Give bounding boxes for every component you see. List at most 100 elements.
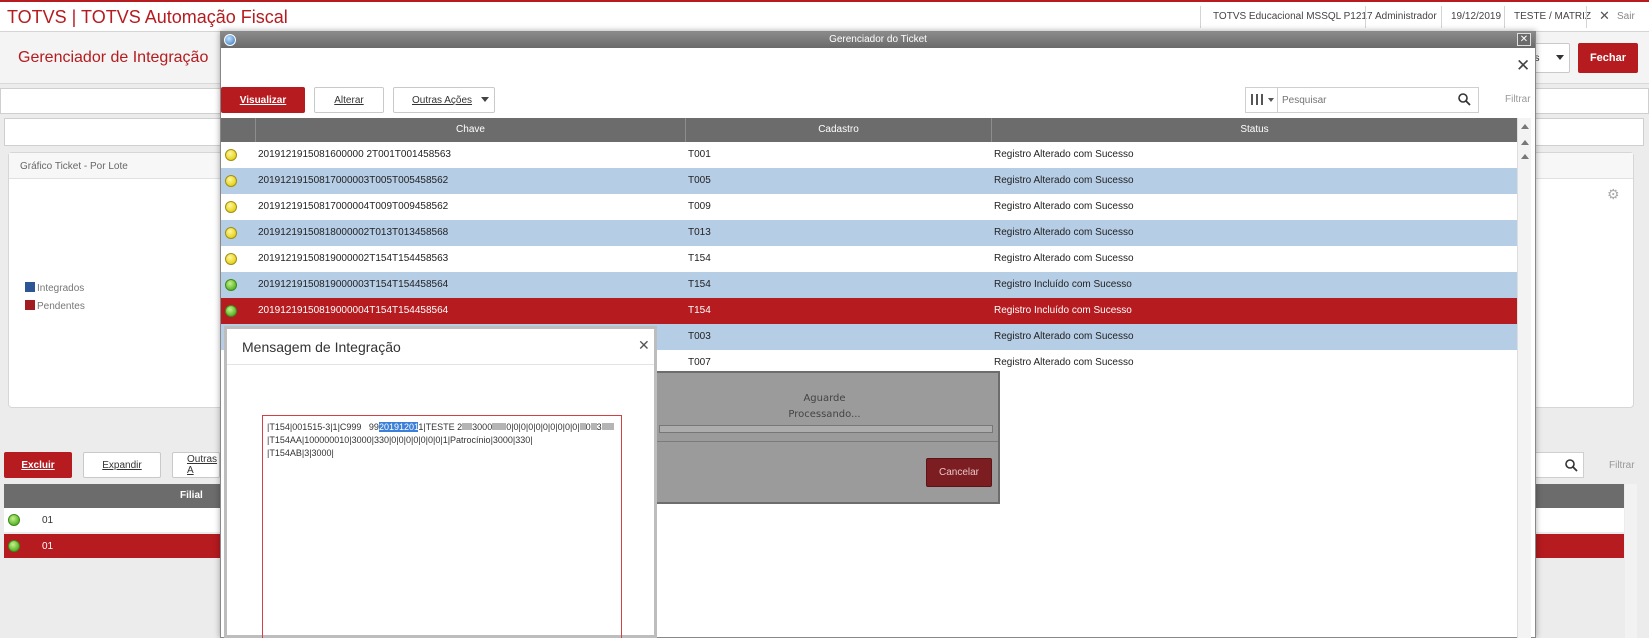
divider <box>1504 6 1505 28</box>
status-yellow-icon <box>225 227 237 239</box>
legend-label: Integrados <box>37 283 85 294</box>
table-row[interactable]: 20191219150819000003T154T154458564 T154 … <box>221 272 1517 298</box>
user-label[interactable]: Administrador <box>1375 11 1437 22</box>
status-cell: Registro Alterado com Sucesso <box>994 201 1134 212</box>
chevron-down-icon <box>1556 55 1564 60</box>
cadastro-cell: T005 <box>688 175 711 186</box>
column-header-status-light[interactable] <box>221 118 255 142</box>
visualizar-label: Visualizar <box>239 94 287 106</box>
close-icon[interactable]: ✕ <box>638 337 650 354</box>
message-text: |T154AB|3|3000| <box>267 448 334 458</box>
fechar-button[interactable]: Fechar <box>1578 43 1638 73</box>
table-row[interactable]: 20191219150818000002T013T013458568 T013 … <box>221 220 1517 246</box>
columns-toggle[interactable] <box>1246 88 1278 112</box>
redacted-block <box>462 423 473 430</box>
table-row[interactable]: 20191219150817000004T009T009458562 T009 … <box>221 194 1517 220</box>
outras-label: Outras A <box>187 454 218 476</box>
close-icon[interactable]: ✕ <box>1599 8 1610 24</box>
chart-panel-title: Gráfico Ticket - Por Lote <box>20 161 128 172</box>
table-row[interactable]: 2019121915081600000 2T001T001458563 T001… <box>221 142 1517 168</box>
column-header-chave[interactable]: Chave <box>255 118 685 142</box>
search-input[interactable] <box>1282 91 1442 109</box>
outras-acoes-label: Outras Ações <box>412 94 473 106</box>
status-cell: Registro Incluído com Sucesso <box>994 279 1132 290</box>
app-icon <box>224 34 236 46</box>
cadastro-cell: T009 <box>688 201 711 212</box>
divider <box>1441 6 1442 28</box>
outras-acoes-button[interactable]: Outras A <box>172 452 220 478</box>
scrollbar[interactable] <box>1517 118 1531 638</box>
columns-icon <box>1251 94 1263 105</box>
date-label: 19/12/2019 <box>1451 11 1502 22</box>
status-cell: Registro Alterado com Sucesso <box>994 253 1134 264</box>
dialog-window-title: Gerenciador do Ticket <box>829 34 927 45</box>
legend-integrados: Integrados <box>25 282 84 294</box>
table-row[interactable]: 20191219150817000003T005T005458562 T005 … <box>221 168 1517 194</box>
legend-swatch <box>25 300 35 310</box>
filial-cell: 01 <box>42 515 54 526</box>
column-header-filial[interactable]: Filial <box>180 490 203 501</box>
close-icon[interactable]: ✕ <box>1516 56 1530 76</box>
excluir-button[interactable]: Excluir <box>4 452 72 478</box>
scroll-top-icon[interactable] <box>1521 124 1529 129</box>
column-header-status[interactable]: Status <box>991 118 1517 142</box>
filtrar-link[interactable]: Filtrar <box>1609 460 1635 471</box>
status-cell: Registro Incluído com Sucesso <box>994 305 1132 316</box>
top-bar: TOTVS | TOTVS Automação Fiscal TOTVS Edu… <box>0 0 1649 32</box>
close-icon[interactable]: ✕ <box>1517 33 1531 46</box>
message-dialog: Mensagem de Integração ✕ |T154|001515-3|… <box>224 326 657 638</box>
column-header-cadastro[interactable]: Cadastro <box>685 118 991 142</box>
excluir-label: Excluir <box>21 459 55 471</box>
cancel-button[interactable]: Cancelar <box>926 458 992 487</box>
search-field <box>1245 87 1479 113</box>
expandir-button[interactable]: Expandir <box>83 452 161 478</box>
alterar-button[interactable]: Alterar <box>314 87 384 113</box>
gear-icon[interactable]: ⚙ <box>1607 186 1620 203</box>
alterar-label: Alterar <box>334 94 364 106</box>
selected-text: 20191201 <box>378 422 419 432</box>
scroll-up-icon[interactable] <box>1521 154 1529 159</box>
divider <box>1200 6 1201 28</box>
chave-cell: 2019121915081600000 2T001T001458563 <box>258 149 451 160</box>
app-title: TOTVS | TOTVS Automação Fiscal <box>7 7 288 27</box>
chave-cell: 20191219150819000002T154T154458563 <box>258 253 449 264</box>
status-yellow-icon <box>225 253 237 265</box>
table-row-selected[interactable]: 20191219150819000004T154T154458564 T154 … <box>221 298 1517 324</box>
wait-status: Processando... <box>788 409 861 420</box>
status-yellow-icon <box>225 175 237 187</box>
message-text: |T154AA|100000010|3000|330|0|0|0|0|0|0|0… <box>267 435 533 445</box>
cadastro-cell: T154 <box>688 253 711 264</box>
exit-link[interactable]: Sair <box>1617 11 1635 22</box>
scroll-up-icon[interactable] <box>1521 140 1529 145</box>
message-text: 3000 <box>472 422 493 432</box>
wait-title: Aguarde <box>803 393 846 404</box>
search-icon[interactable] <box>1565 459 1578 472</box>
branch-label[interactable]: TESTE / MATRIZ <box>1514 11 1591 22</box>
legend-swatch <box>25 282 35 292</box>
cadastro-cell: T003 <box>688 331 711 342</box>
divider <box>651 441 998 442</box>
legend-pendentes: Pendentes <box>25 300 85 312</box>
table-row[interactable]: 20191219150819000002T154T154458563 T154 … <box>221 246 1517 272</box>
status-green-icon <box>8 514 20 526</box>
chave-cell: 20191219150817000004T009T009458562 <box>258 201 449 212</box>
cadastro-cell: T154 <box>688 279 711 290</box>
cadastro-cell: T154 <box>688 305 711 316</box>
filtrar-link[interactable]: Filtrar <box>1505 94 1531 105</box>
status-cell: Registro Alterado com Sucesso <box>994 357 1134 368</box>
search-icon[interactable] <box>1458 93 1471 106</box>
divider <box>227 364 654 365</box>
filial-cell: 01 <box>42 541 54 552</box>
message-text: 0|0|0|0|0|0|0|0|0|0| <box>506 422 580 432</box>
outras-acoes-button[interactable]: Outras Ações <box>393 87 495 113</box>
chave-cell: 20191219150818000002T013T013458568 <box>258 227 449 238</box>
scrollbar[interactable] <box>1625 484 1637 638</box>
message-textarea[interactable]: |T154|001515-3|1|C999 99201912011|TESTE … <box>262 415 622 638</box>
visualizar-button[interactable]: Visualizar <box>221 87 305 113</box>
wait-dialog: Aguarde Processando... Cancelar <box>649 371 1000 504</box>
redacted-block <box>492 423 507 430</box>
status-yellow-icon <box>225 201 237 213</box>
divider <box>1365 6 1366 28</box>
message-text: 1|TESTE 2 <box>418 422 463 432</box>
status-cell: Registro Alterado com Sucesso <box>994 227 1134 238</box>
